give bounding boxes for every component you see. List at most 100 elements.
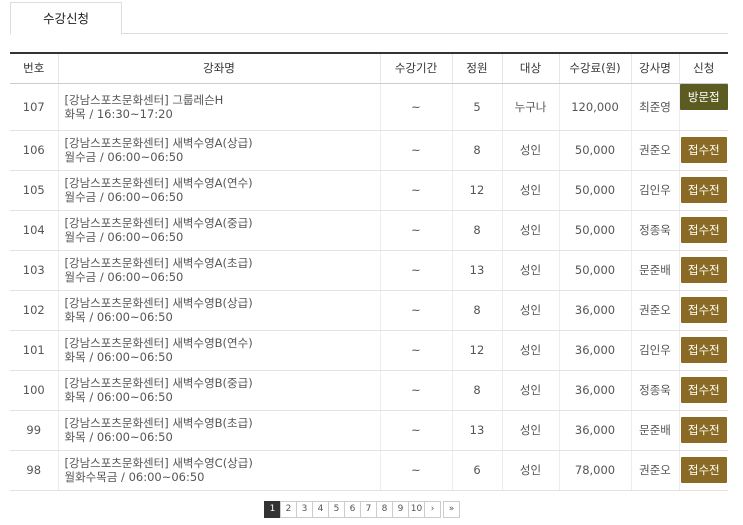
apply-cell: 접수전 [678, 450, 728, 491]
course-period: ~ [379, 170, 452, 211]
course-title-cell: [강남스포츠문화센터] 새벽수영B(연수) 화목 / 06:00~06:50 [57, 330, 380, 371]
table-row: 104 [강남스포츠문화센터] 새벽수영A(중급) 월수금 / 06:00~06:5… [10, 210, 728, 251]
tab-bar: 수강신청 [10, 2, 728, 35]
table-row: 99 [강남스포츠문화센터] 새벽수영B(초급) 화목 / 06:00~06:50 ~… [10, 410, 728, 451]
course-name-link[interactable]: [강남스포츠문화센터] 새벽수영A(연수) [65, 176, 380, 190]
course-title-cell: [강남스포츠문화센터] 새벽수영A(상급) 월수금 / 06:00~06:50 [57, 130, 380, 171]
course-target: 성인 [501, 330, 559, 371]
table-row: 106 [강남스포츠문화센터] 새벽수영A(상급) 월수금 / 06:00~06:5… [10, 130, 728, 171]
apply-cell: 접수전 [678, 370, 728, 411]
before-registration-button[interactable]: 접수전 [680, 217, 727, 243]
before-registration-button[interactable]: 접수전 [680, 457, 727, 483]
last-page-icon[interactable]: » [443, 501, 460, 518]
course-name-link[interactable]: [강남스포츠문화센터] 새벽수영B(연수) [65, 336, 380, 350]
page-6-link[interactable]: 6 [344, 501, 361, 518]
course-fee: 36,000 [558, 330, 631, 371]
course-table: 번호 강좌명 수강기간 정원 대상 수강료(원) 강사명 신청 107 [강남스포… [10, 52, 728, 491]
before-registration-button[interactable]: 접수전 [680, 337, 727, 363]
before-registration-button[interactable]: 접수전 [680, 137, 727, 163]
course-name-link[interactable]: [강남스포츠문화센터] 그룹레슨H [65, 93, 380, 107]
page-1-link[interactable]: 1 [264, 501, 281, 518]
page-4-link[interactable]: 4 [312, 501, 329, 518]
visit-registration-button[interactable]: 방문접수 [679, 83, 728, 130]
course-schedule: 월수금 / 06:00~06:50 [64, 190, 184, 204]
header-fee: 수강료(원) [558, 52, 631, 84]
course-name-link[interactable]: [강남스포츠문화센터] 새벽수영A(상급) [65, 136, 380, 150]
page-8-link[interactable]: 8 [376, 501, 393, 518]
course-title-cell: [강남스포츠문화센터] 새벽수영A(초급) 월수금 / 06:00~06:50 [57, 250, 380, 291]
course-title-cell: [강남스포츠문화센터] 새벽수영B(상급) 화목 / 06:00~06:50 [57, 290, 380, 331]
header-target: 대상 [501, 52, 559, 84]
page-3-link[interactable]: 3 [296, 501, 313, 518]
course-period: ~ [379, 290, 452, 331]
course-fee: 36,000 [558, 290, 631, 331]
apply-cell: 접수전 [678, 170, 728, 211]
course-schedule: 화목 / 06:00~06:50 [64, 390, 173, 404]
header-capacity: 정원 [451, 52, 502, 84]
page-7-link[interactable]: 7 [360, 501, 377, 518]
course-instructor: 최준영 [630, 83, 679, 131]
course-name-link[interactable]: [강남스포츠문화센터] 새벽수영B(중급) [65, 376, 380, 390]
header-apply: 신청 [678, 52, 728, 84]
course-schedule: 화목 / 06:00~06:50 [64, 430, 173, 444]
header-course-name: 강좌명 [57, 52, 380, 84]
course-capacity: 6 [451, 450, 502, 491]
table-row: 103 [강남스포츠문화센터] 새벽수영A(초급) 월수금 / 06:00~06:5… [10, 250, 728, 291]
page-2-link[interactable]: 2 [280, 501, 297, 518]
page-9-link[interactable]: 9 [392, 501, 409, 518]
course-name-link[interactable]: [강남스포츠문화센터] 새벽수영A(중급) [65, 216, 380, 230]
course-capacity: 13 [451, 250, 502, 291]
apply-cell: 접수전 [678, 290, 728, 331]
course-instructor: 김인우 [630, 170, 679, 211]
course-capacity: 8 [451, 370, 502, 411]
course-schedule: 월수금 / 06:00~06:50 [64, 150, 184, 164]
course-schedule: 화목 / 16:30~17:20 [64, 106, 173, 121]
table-row: 101 [강남스포츠문화센터] 새벽수영B(연수) 화목 / 06:00~06:50… [10, 330, 728, 371]
course-title-cell: [강남스포츠문화센터] 새벽수영A(연수) 월수금 / 06:00~06:50 [57, 170, 380, 211]
page-10-link[interactable]: 10 [408, 501, 425, 518]
table-row: 105 [강남스포츠문화센터] 새벽수영A(연수) 월수금 / 06:00~06:5… [10, 170, 728, 211]
apply-cell: 접수전 [678, 210, 728, 251]
course-schedule: 화목 / 06:00~06:50 [64, 350, 173, 364]
before-registration-button[interactable]: 접수전 [680, 377, 727, 403]
before-registration-button[interactable]: 접수전 [680, 257, 727, 283]
course-fee: 50,000 [558, 170, 631, 211]
row-number: 99 [10, 410, 58, 451]
course-schedule: 화목 / 06:00~06:50 [64, 310, 173, 324]
row-number: 102 [10, 290, 58, 331]
course-instructor: 정종욱 [630, 210, 679, 251]
header-instructor: 강사명 [630, 52, 679, 84]
course-name-link[interactable]: [강남스포츠문화센터] 새벽수영B(상급) [65, 296, 380, 310]
course-target: 성인 [501, 450, 559, 491]
tab-course-registration[interactable]: 수강신청 [10, 2, 122, 35]
apply-cell: 접수전 [678, 130, 728, 171]
apply-cell: 접수전 [678, 330, 728, 371]
pagination: 1 2 3 4 5 6 7 8 9 10 ›» [264, 501, 460, 518]
course-instructor: 권준오 [630, 290, 679, 331]
table-row: 100 [강남스포츠문화센터] 새벽수영B(중급) 화목 / 06:00~06:50… [10, 370, 728, 411]
course-name-link[interactable]: [강남스포츠문화센터] 새벽수영A(초급) [65, 256, 380, 270]
before-registration-button[interactable]: 접수전 [680, 177, 727, 203]
course-period: ~ [379, 83, 452, 131]
page-5-link[interactable]: 5 [328, 501, 345, 518]
course-instructor: 권준오 [630, 450, 679, 491]
table-row: 102 [강남스포츠문화센터] 새벽수영B(상급) 화목 / 06:00~06:50… [10, 290, 728, 331]
course-title-cell: [강남스포츠문화센터] 새벽수영A(중급) 월수금 / 06:00~06:50 [57, 210, 380, 251]
course-name-link[interactable]: [강남스포츠문화센터] 새벽수영C(상급) [65, 456, 380, 470]
course-name-link[interactable]: [강남스포츠문화센터] 새벽수영B(초급) [65, 416, 380, 430]
course-target: 성인 [501, 210, 559, 251]
course-capacity: 12 [451, 330, 502, 371]
course-fee: 36,000 [558, 410, 631, 451]
before-registration-button[interactable]: 접수전 [680, 417, 727, 443]
course-period: ~ [379, 450, 452, 491]
course-schedule: 월화수목금 / 06:00~06:50 [64, 470, 205, 484]
next-page-icon[interactable]: › [424, 501, 441, 518]
row-number: 98 [10, 450, 58, 491]
row-number: 103 [10, 250, 58, 291]
course-title-cell: [강남스포츠문화센터] 새벽수영B(중급) 화목 / 06:00~06:50 [57, 370, 380, 411]
course-title-cell: [강남스포츠문화센터] 그룹레슨H 화목 / 16:30~17:20 [57, 83, 380, 131]
before-registration-button[interactable]: 접수전 [680, 297, 727, 323]
course-fee: 120,000 [558, 83, 631, 131]
course-title-cell: [강남스포츠문화센터] 새벽수영C(상급) 월화수목금 / 06:00~06:50 [57, 450, 380, 491]
course-instructor: 정종욱 [630, 370, 679, 411]
